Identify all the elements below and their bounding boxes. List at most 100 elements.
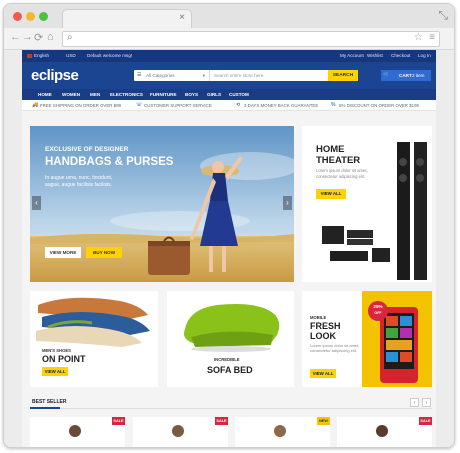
product-card[interactable]: SALE bbox=[133, 417, 228, 447]
support-icon: ☏ bbox=[136, 102, 143, 108]
browser-tab[interactable]: × bbox=[62, 9, 192, 28]
hero-text: In augue urna, nunc, tincidunt, augue, a… bbox=[45, 175, 113, 188]
home-theater-promo[interactable]: HOME THEATER Lorem ipsum dolor sit amet,… bbox=[302, 126, 432, 282]
hero-title: HANDBAGS & PURSES bbox=[45, 156, 174, 168]
hero-subtitle: EXCLUSIVE OF DESIGNER bbox=[45, 146, 129, 153]
hero-slider[interactable]: EXCLUSIVE OF DESIGNER HANDBAGS & PURSES … bbox=[30, 126, 294, 282]
site-header: eclipse ☰ All Categories ▾ Search entire… bbox=[22, 62, 436, 89]
best-seller-prev-icon[interactable]: ‹ bbox=[410, 398, 419, 407]
search-button[interactable]: SEARCH bbox=[328, 70, 358, 81]
product-image bbox=[376, 425, 388, 437]
sofa-big-title: SOFA BED bbox=[207, 365, 253, 375]
link-wishlist[interactable]: Wishlist bbox=[367, 53, 383, 58]
address-search-icon: ⌕ bbox=[67, 32, 73, 43]
shoes-view-all-button[interactable]: VIEW ALL bbox=[42, 367, 68, 376]
cart-count: 2 item bbox=[412, 73, 425, 78]
discount-icon: % bbox=[331, 102, 336, 108]
best-seller-underline bbox=[30, 407, 60, 409]
best-seller-next-icon[interactable]: › bbox=[422, 398, 431, 407]
shoes-promo[interactable]: MEN'S SHOES ON POINT VIEW ALL bbox=[30, 291, 158, 387]
info-strip: 🚚 FREE SHIPPING ON ORDER OVER $99 ☏ CUST… bbox=[22, 100, 436, 111]
link-my-account[interactable]: My Account bbox=[340, 53, 364, 58]
product-card[interactable]: NEW bbox=[235, 417, 330, 447]
minimize-window-dot[interactable] bbox=[26, 12, 35, 21]
menu-item-furniture[interactable]: FURNITURE bbox=[150, 92, 177, 97]
search-input[interactable]: Search entire store here bbox=[214, 70, 324, 81]
product-card[interactable]: SALE bbox=[30, 417, 125, 447]
currency-select[interactable]: USD bbox=[66, 53, 76, 58]
menu-item-women[interactable]: WOMEN bbox=[62, 92, 80, 97]
category-icon: ☰ bbox=[137, 72, 142, 78]
home-icon[interactable]: ⌂ bbox=[47, 31, 54, 43]
shoes-image bbox=[36, 297, 150, 347]
maximize-window-dot[interactable] bbox=[39, 12, 48, 21]
product-card[interactable]: SALE bbox=[337, 417, 432, 447]
site-logo[interactable]: eclipse bbox=[31, 67, 79, 84]
mobile-promo[interactable]: 25% OFF MOBILE FRESH LOOK Lorem ipsum do… bbox=[302, 291, 432, 387]
mobile-view-all-button[interactable]: VIEW ALL bbox=[310, 369, 336, 378]
category-select-label: All Categories bbox=[146, 73, 175, 78]
buy-now-button[interactable]: BUY NOW bbox=[86, 247, 122, 258]
home-theater-title-1: HOME bbox=[316, 144, 345, 155]
cart-icon: 🛒 bbox=[383, 72, 390, 78]
info-free-shipping: FREE SHIPPING ON ORDER OVER $99 bbox=[40, 103, 122, 108]
tab-close-icon[interactable]: × bbox=[179, 12, 185, 23]
sofa-promo[interactable]: INCREDIBLE SOFA BED bbox=[167, 291, 294, 387]
info-money-back: 3 DAYS MONEY BACK GUARANTEE bbox=[244, 103, 319, 108]
mobile-small-title: MOBILE bbox=[310, 315, 327, 320]
web-page: English USD Default welcome msg! My Acco… bbox=[22, 50, 436, 447]
shoes-big-title: ON POINT bbox=[42, 354, 86, 364]
menu-item-men[interactable]: MEN bbox=[90, 92, 100, 97]
mobile-discount-badge: 25% bbox=[373, 304, 383, 309]
view-more-button[interactable]: VIEW MORE bbox=[45, 247, 81, 258]
shoes-small-title: MEN'S SHOES bbox=[42, 348, 71, 353]
mobile-big-title-2: LOOK bbox=[310, 331, 336, 341]
top-utility-bar: English USD Default welcome msg! My Acco… bbox=[22, 50, 436, 62]
page-side-right bbox=[436, 50, 454, 447]
menu-item-custom[interactable]: CUSTOM bbox=[229, 92, 249, 97]
forward-icon[interactable]: → bbox=[22, 31, 33, 43]
menu-item-boys[interactable]: BOYS bbox=[185, 92, 198, 97]
menu-item-home[interactable]: HOME bbox=[38, 92, 52, 97]
info-discount: 5% DISCOUNT ON ORDER OVER $199 bbox=[339, 103, 419, 108]
product-image bbox=[274, 425, 286, 437]
browser-toolbar: ← → ⟳ ⌂ ⌕ ☆ ≡ bbox=[4, 28, 454, 50]
product-image bbox=[172, 425, 184, 437]
menu-item-electronics[interactable]: ELECTRONICS bbox=[110, 92, 143, 97]
sofa-small-title: INCREDIBLE bbox=[214, 357, 240, 362]
slider-prev-icon[interactable]: ‹ bbox=[32, 196, 41, 210]
info-customer-support: CUSTOMER SUPPORT SERVICE bbox=[144, 103, 212, 108]
main-menu: HOME WOMEN MEN ELECTRONICS FURNITURE BOY… bbox=[22, 89, 436, 100]
reload-icon[interactable]: ⟳ bbox=[34, 31, 43, 44]
shipping-icon: 🚚 bbox=[32, 102, 39, 108]
bookmark-star-icon[interactable]: ☆ bbox=[414, 32, 423, 43]
link-checkout[interactable]: Checkout bbox=[391, 53, 410, 58]
link-login[interactable]: Log In bbox=[418, 53, 431, 58]
page-side-left bbox=[4, 50, 22, 447]
chevron-down-icon: ▾ bbox=[202, 73, 205, 78]
mobile-desc: Lorem ipsum dolor sit amet, consectetur … bbox=[310, 343, 360, 353]
address-bar[interactable]: ⌕ ☆ ≡ bbox=[62, 31, 440, 47]
cart-label: CART bbox=[399, 73, 412, 78]
close-window-dot[interactable] bbox=[13, 12, 22, 21]
home-theater-view-all-button[interactable]: VIEW ALL bbox=[316, 189, 346, 199]
back-icon[interactable]: ← bbox=[10, 31, 21, 43]
best-seller-divider bbox=[30, 408, 432, 409]
sofa-image bbox=[184, 304, 280, 352]
browser-menu-icon[interactable]: ≡ bbox=[429, 32, 435, 43]
language-select[interactable]: English bbox=[34, 53, 49, 58]
welcome-message: Default welcome msg! bbox=[87, 53, 133, 58]
slider-next-icon[interactable]: › bbox=[283, 196, 292, 210]
cart-button[interactable]: 🛒 CART 2 item bbox=[381, 70, 431, 81]
flag-icon bbox=[27, 54, 32, 58]
product-image bbox=[69, 425, 81, 437]
fullscreen-icon[interactable]: ⤡ bbox=[438, 8, 448, 23]
browser-titlebar: × ⤡ bbox=[4, 4, 454, 28]
category-select[interactable]: ☰ All Categories ▾ bbox=[134, 70, 210, 81]
money-back-icon: ⟲ bbox=[236, 102, 241, 108]
best-seller-title: BEST SELLER bbox=[32, 399, 67, 405]
menu-item-girls[interactable]: GIRLS bbox=[207, 92, 221, 97]
mobile-big-title-1: FRESH bbox=[310, 321, 341, 331]
home-theater-desc: Lorem ipsum dolor sit amet, consectetur … bbox=[316, 168, 368, 179]
home-theater-title-2: THEATER bbox=[316, 155, 361, 166]
